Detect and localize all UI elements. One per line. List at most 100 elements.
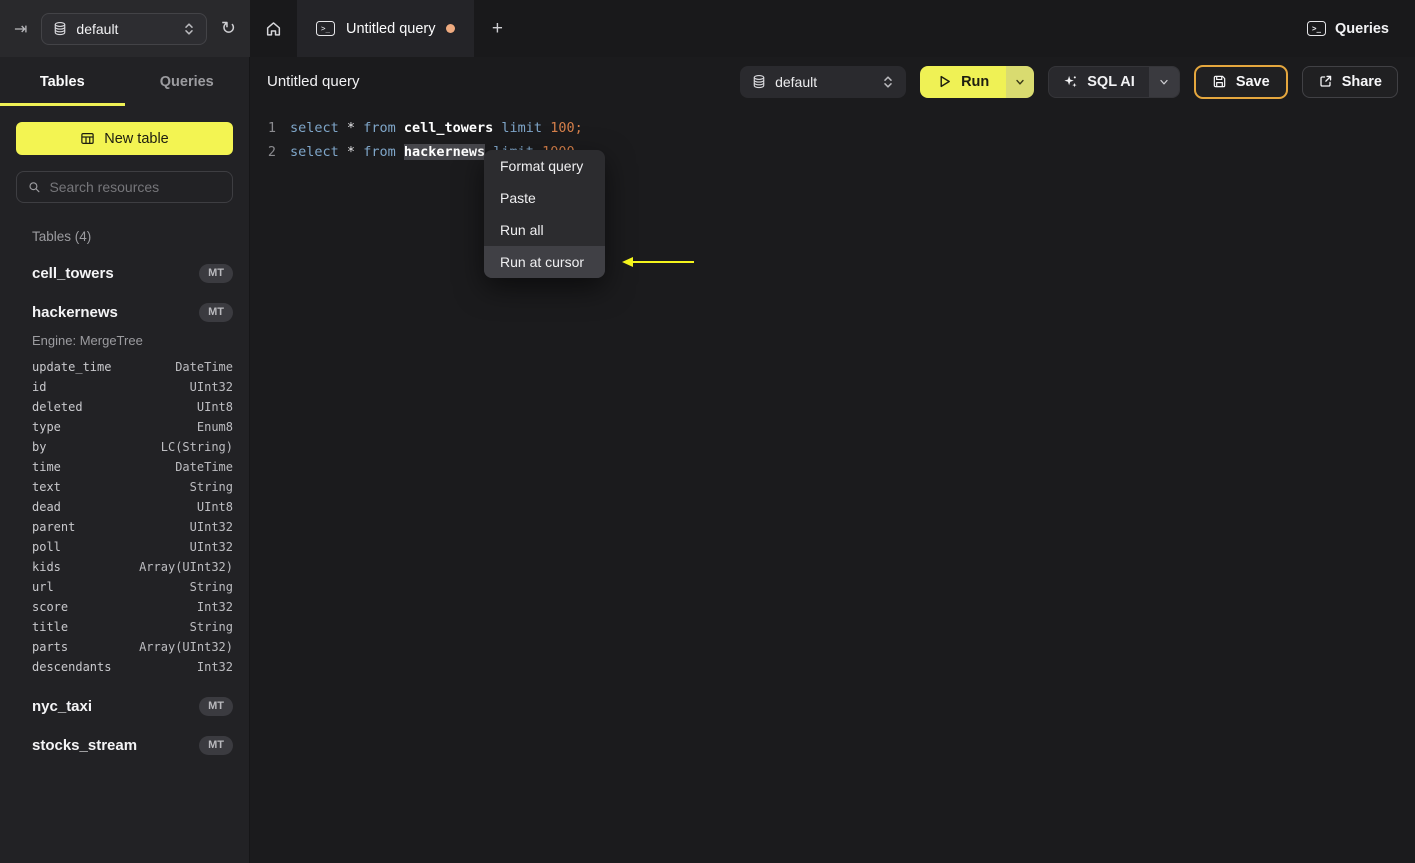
column-name: id	[32, 380, 47, 394]
column-type: String	[189, 620, 233, 634]
table-row-nyc-taxi[interactable]: nyc_taxi MT	[32, 697, 233, 716]
menu-item-run-at-cursor[interactable]: Run at cursor	[484, 246, 605, 278]
code-line-2[interactable]: 2 select * from hackernews limit 1000	[250, 140, 1415, 164]
database-selector[interactable]: default	[41, 12, 207, 45]
column-type: LC(String)	[160, 440, 233, 454]
main-area: New table Tables (4) cell_towers MT hack…	[0, 106, 1415, 863]
column-name: kids	[32, 560, 61, 574]
column-row: by LC(String)	[32, 437, 233, 457]
table-row-stocks-stream[interactable]: stocks_stream MT	[32, 736, 233, 755]
column-row: parent UInt32	[32, 517, 233, 537]
search-resources-input[interactable]	[49, 179, 221, 195]
column-row: update_time DateTime	[32, 357, 233, 377]
editor-context-menu: Format query Paste Run all Run at cursor	[484, 150, 605, 278]
toolbar-database-value: default	[775, 73, 818, 90]
line-number: 2	[267, 144, 276, 160]
share-button[interactable]: Share	[1301, 65, 1398, 98]
run-button[interactable]: Run	[920, 65, 1007, 98]
arrow-line	[633, 260, 694, 264]
new-table-label: New table	[104, 130, 169, 147]
column-row: descendants Int32	[32, 657, 233, 677]
table-row-hackernews[interactable]: hackernews MT	[32, 303, 233, 322]
refresh-icon[interactable]: ↻	[221, 18, 236, 39]
sparkles-icon	[1064, 75, 1077, 88]
column-name: text	[32, 480, 61, 494]
column-row: poll UInt32	[32, 537, 233, 557]
column-row: deleted UInt8	[32, 397, 233, 417]
collapse-sidebar-icon[interactable]: ⇥	[14, 19, 27, 39]
sidebar-tab-queries[interactable]: Queries	[125, 57, 250, 106]
sql-number: 100;	[550, 120, 583, 136]
tab-untitled-query[interactable]: >_ Untitled query	[297, 0, 475, 57]
play-icon	[940, 75, 950, 88]
sql-keyword: limit	[501, 120, 543, 136]
sql-ai-button[interactable]: SQL AI	[1049, 67, 1149, 97]
column-name: time	[32, 460, 61, 474]
column-name: deleted	[32, 400, 83, 414]
column-type: UInt8	[196, 400, 233, 414]
arrow-head-icon	[622, 257, 633, 267]
column-name: descendants	[32, 660, 112, 674]
sql-table-name-selected: hackernews	[403, 144, 486, 160]
chevron-updown-icon	[185, 22, 193, 35]
topbar-left-section: ⇥ default ↻	[0, 0, 250, 57]
chevron-down-icon	[1160, 79, 1168, 85]
engine-badge: MT	[199, 264, 233, 283]
tab-label: Untitled query	[346, 20, 436, 37]
column-type: Array(UInt32)	[139, 640, 233, 654]
home-icon	[266, 22, 281, 36]
sql-keyword: from	[363, 120, 396, 136]
toolbar-database-selector[interactable]: default	[740, 65, 907, 98]
column-type: DateTime	[175, 460, 233, 474]
run-options-caret[interactable]	[1006, 65, 1035, 98]
menu-item-paste[interactable]: Paste	[484, 182, 605, 214]
database-icon	[55, 21, 66, 36]
column-type: DateTime	[175, 360, 233, 374]
resources-sidebar: New table Tables (4) cell_towers MT hack…	[0, 106, 250, 863]
column-row: text String	[32, 477, 233, 497]
home-button[interactable]	[250, 0, 297, 57]
queries-terminal-icon: >_	[1307, 21, 1326, 36]
column-row: score Int32	[32, 597, 233, 617]
sql-token: *	[346, 144, 356, 160]
sql-keyword: select	[290, 120, 339, 136]
run-split-button: Run	[920, 65, 1035, 98]
sql-editor[interactable]: 1 select * from cell_towers limit 100; 2…	[250, 106, 1415, 863]
table-row-cell-towers[interactable]: cell_towers MT	[32, 264, 233, 283]
column-row: time DateTime	[32, 457, 233, 477]
sql-table-name: cell_towers	[403, 120, 494, 136]
column-name: by	[32, 440, 47, 454]
save-button[interactable]: Save	[1193, 64, 1288, 99]
sql-keyword: select	[290, 144, 339, 160]
queries-button[interactable]: >_ Queries	[1281, 0, 1415, 57]
table-icon	[81, 133, 94, 144]
column-row: kids Array(UInt32)	[32, 557, 233, 577]
engine-badge: MT	[199, 736, 233, 755]
query-toolbar: default Run SQL AI Save Share	[740, 64, 1398, 99]
search-resources-box[interactable]	[16, 171, 233, 203]
sql-keyword: from	[363, 144, 396, 160]
column-type: String	[189, 580, 233, 594]
column-name: poll	[32, 540, 61, 554]
query-title: Untitled query	[267, 73, 360, 90]
sidebar-tab-tables[interactable]: Tables	[0, 57, 125, 106]
chevron-down-icon	[1016, 79, 1024, 85]
sql-ai-caret[interactable]	[1148, 66, 1179, 97]
table-name: stocks_stream	[32, 737, 138, 754]
menu-item-format-query[interactable]: Format query	[484, 150, 605, 182]
new-tab-button[interactable]: +	[474, 0, 520, 57]
new-table-button[interactable]: New table	[16, 122, 233, 155]
column-row: dead UInt8	[32, 497, 233, 517]
menu-item-run-all[interactable]: Run all	[484, 214, 605, 246]
run-button-label: Run	[961, 73, 990, 90]
code-line-1[interactable]: 1 select * from cell_towers limit 100;	[250, 116, 1415, 140]
column-row: url String	[32, 577, 233, 597]
tables-section-title: Tables (4)	[32, 229, 92, 244]
engine-detail: Engine: MergeTree	[32, 333, 143, 348]
sub-bar: Tables Queries Untitled query default Ru…	[0, 57, 1415, 106]
annotation-arrow	[622, 257, 694, 267]
engine-badge: MT	[199, 697, 233, 716]
column-row: title String	[32, 617, 233, 637]
column-type: UInt32	[189, 540, 233, 554]
save-button-label: Save	[1235, 73, 1270, 90]
